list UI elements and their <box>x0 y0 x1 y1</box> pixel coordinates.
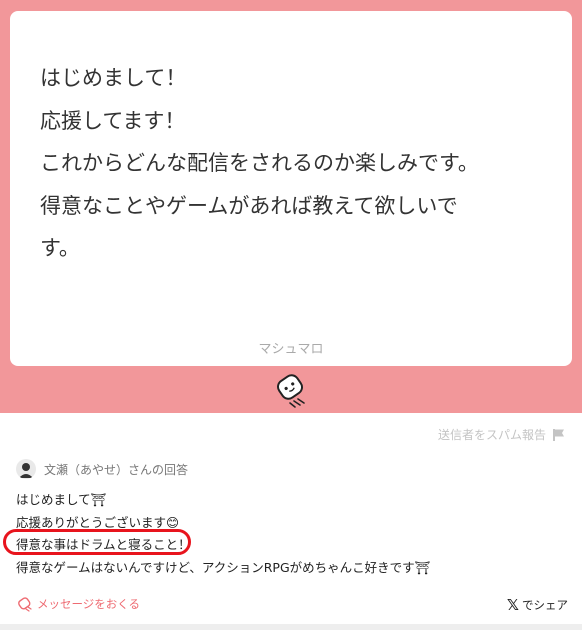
report-spam-link[interactable]: 送信者をスパム報告 <box>438 426 566 443</box>
brand-label: マシュマロ <box>258 342 324 357</box>
footer-divider <box>0 624 582 630</box>
x-logo-icon: 𝕏 <box>506 596 519 614</box>
answer-header: 文瀬（あやせ）さんの回答 <box>16 459 188 479</box>
send-message-link[interactable]: メッセージをおくる <box>16 596 140 612</box>
message-card-frame: はじめまして！ 応援してます！ これからどんな配信をされるのか楽しみです。 得意… <box>0 0 582 413</box>
user-avatar-icon <box>19 463 33 478</box>
marshmallow-small-icon <box>18 597 32 612</box>
marshmallow-mascot-icon <box>277 374 305 408</box>
message-text: はじめまして！ 応援してます！ これからどんな配信をされるのか楽しみです。 得意… <box>40 66 479 260</box>
answer-line: 得意なゲームはないんですけど、アクションRPGがめちゃんこ好きです⛩ <box>16 559 431 575</box>
send-message-label: メッセージをおくる <box>37 597 141 611</box>
report-spam-label: 送信者をスパム報告 <box>437 428 546 442</box>
highlight-circle <box>3 529 191 555</box>
avatar[interactable] <box>16 459 36 479</box>
share-label: でシェア <box>522 598 568 612</box>
flag-icon <box>553 428 564 441</box>
answer-line: はじめまして⛩ <box>16 492 107 507</box>
message-card: はじめまして！ 応援してます！ これからどんな配信をされるのか楽しみです。 得意… <box>10 11 572 366</box>
answerer-label: 文瀬（あやせ）さんの回答 <box>44 462 189 477</box>
share-x-button[interactable]: 𝕏 でシェア <box>507 596 568 614</box>
